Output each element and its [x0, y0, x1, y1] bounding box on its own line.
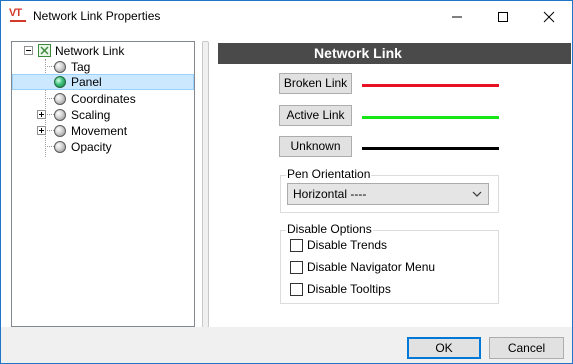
window-title: Network Link Properties — [33, 9, 161, 23]
close-icon — [543, 11, 555, 23]
broken-link-line — [362, 84, 499, 87]
disable-trends-label: Disable Trends — [307, 238, 388, 252]
title-bar[interactable]: VT Network Link Properties — [1, 1, 572, 32]
tree-item-label: Scaling — [71, 108, 111, 122]
tree-item-label: Panel — [71, 75, 102, 89]
close-button[interactable] — [526, 1, 572, 32]
disable-navigator-menu-label: Disable Navigator Menu — [307, 260, 436, 274]
tree-item-network-link[interactable]: Network Link — [12, 43, 194, 59]
tree-item-opacity[interactable]: Opacity — [12, 139, 194, 155]
tree-item-label: Network Link — [55, 44, 125, 58]
panel-header: Network Link — [218, 43, 571, 64]
expand-icon[interactable] — [37, 126, 46, 135]
gray-ball-icon — [54, 141, 66, 153]
disable-options-title: Disable Options — [286, 222, 373, 236]
tree-item-coordinates[interactable]: Coordinates — [12, 91, 194, 107]
maximize-button[interactable] — [480, 1, 526, 32]
gray-ball-icon — [54, 125, 66, 137]
disable-navigator-menu-checkbox[interactable] — [290, 261, 303, 274]
tree-item-label: Coordinates — [71, 92, 136, 106]
tree-item-movement[interactable]: Movement — [12, 123, 194, 139]
pen-orientation-title: Pen Orientation — [286, 167, 372, 181]
network-link-icon — [38, 44, 51, 57]
unknown-link-button[interactable]: Unknown — [279, 136, 352, 157]
maximize-icon — [498, 12, 508, 22]
collapse-icon[interactable] — [24, 46, 33, 55]
property-tree[interactable]: Network Link Tag Panel Coordinates Scali… — [11, 41, 195, 327]
app-logo: VT — [9, 7, 27, 25]
ok-button[interactable]: OK — [407, 337, 481, 359]
disable-trends-checkbox[interactable] — [290, 239, 303, 252]
gray-ball-icon — [54, 109, 66, 121]
minimize-button[interactable] — [434, 1, 480, 32]
dialog-content: Network Link Tag Panel Coordinates Scali… — [1, 32, 572, 328]
expand-icon[interactable] — [37, 110, 46, 119]
tree-item-tag[interactable]: Tag — [12, 59, 194, 75]
dialog-window: VT Network Link Properties Network Link … — [0, 0, 573, 364]
panel-header-title: Network Link — [314, 45, 402, 61]
unknown-link-line — [362, 147, 499, 150]
cancel-button[interactable]: Cancel — [489, 337, 564, 359]
pen-orientation-select[interactable]: Horizontal ---- — [287, 183, 489, 205]
tree-item-panel[interactable]: Panel — [12, 74, 194, 90]
active-link-line — [362, 116, 499, 119]
tree-item-label: Tag — [71, 60, 91, 74]
splitter-handle[interactable] — [202, 41, 209, 328]
tree-item-label: Opacity — [71, 140, 112, 154]
tree-item-scaling[interactable]: Scaling — [12, 107, 194, 123]
dialog-footer: OK Cancel — [1, 327, 572, 363]
disable-tooltips-checkbox[interactable] — [290, 283, 303, 296]
tree-item-label: Movement — [71, 124, 128, 138]
pen-orientation-value: Horizontal ---- — [293, 187, 367, 201]
disable-tooltips-label: Disable Tooltips — [307, 282, 391, 296]
chevron-down-icon — [472, 191, 482, 197]
gray-ball-icon — [54, 93, 66, 105]
minimize-icon — [452, 16, 462, 18]
app-logo-text: VT — [9, 7, 22, 19]
broken-link-button[interactable]: Broken Link — [279, 73, 352, 94]
active-link-button[interactable]: Active Link — [279, 105, 352, 126]
green-ball-icon — [54, 76, 66, 88]
gray-ball-icon — [54, 61, 66, 73]
